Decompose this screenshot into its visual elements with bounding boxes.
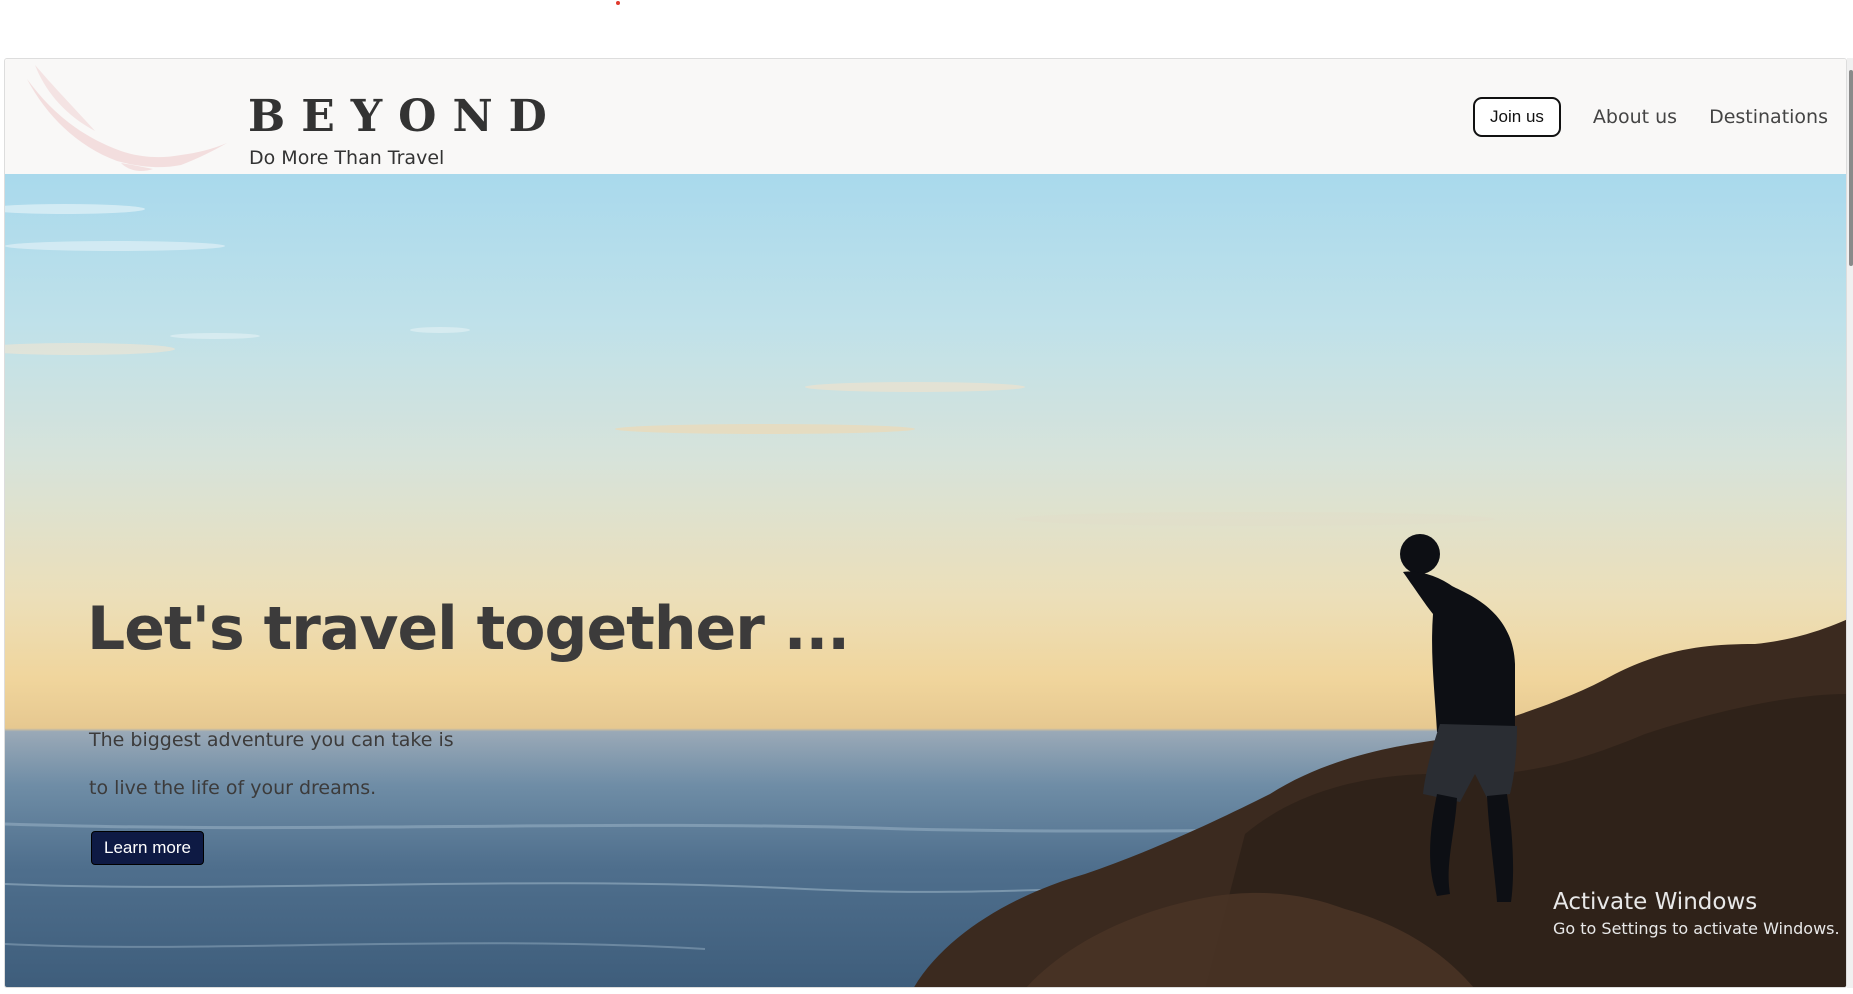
browser-viewport: BEYOND Do More Than Travel Join us About… — [0, 0, 1853, 994]
page-frame: BEYOND Do More Than Travel Join us About… — [4, 58, 1847, 988]
nav-destinations[interactable]: Destinations — [1709, 106, 1828, 128]
brand-name[interactable]: BEYOND — [248, 91, 563, 142]
eagle-icon — [27, 65, 227, 171]
join-us-button[interactable]: Join us — [1473, 97, 1561, 137]
hero-text-line-1: The biggest adventure you can take is — [89, 729, 454, 751]
site-header: BEYOND Do More Than Travel Join us About… — [5, 59, 1846, 174]
watermark-title: Activate Windows — [1553, 889, 1758, 915]
learn-more-button[interactable]: Learn more — [91, 831, 204, 865]
activate-windows-watermark: Activate Windows Go to Settings to activ… — [1553, 889, 1840, 938]
nav-about-us[interactable]: About us — [1593, 106, 1677, 128]
hero-title: Let's travel together ... — [87, 594, 850, 664]
hero-background-image — [5, 204, 1846, 987]
top-strip — [0, 0, 1853, 58]
hero-text-line-2: to live the life of your dreams. — [89, 777, 377, 799]
watermark-subtitle: Go to Settings to activate Windows. — [1553, 919, 1840, 938]
hero-section: Let's travel together ... The biggest ad… — [5, 174, 1846, 987]
scrollbar-thumb[interactable] — [1849, 70, 1853, 266]
brand-tagline: Do More Than Travel — [249, 147, 445, 169]
main-nav: Join us About us Destinations — [1473, 97, 1828, 137]
indicator-dot — [616, 1, 620, 5]
